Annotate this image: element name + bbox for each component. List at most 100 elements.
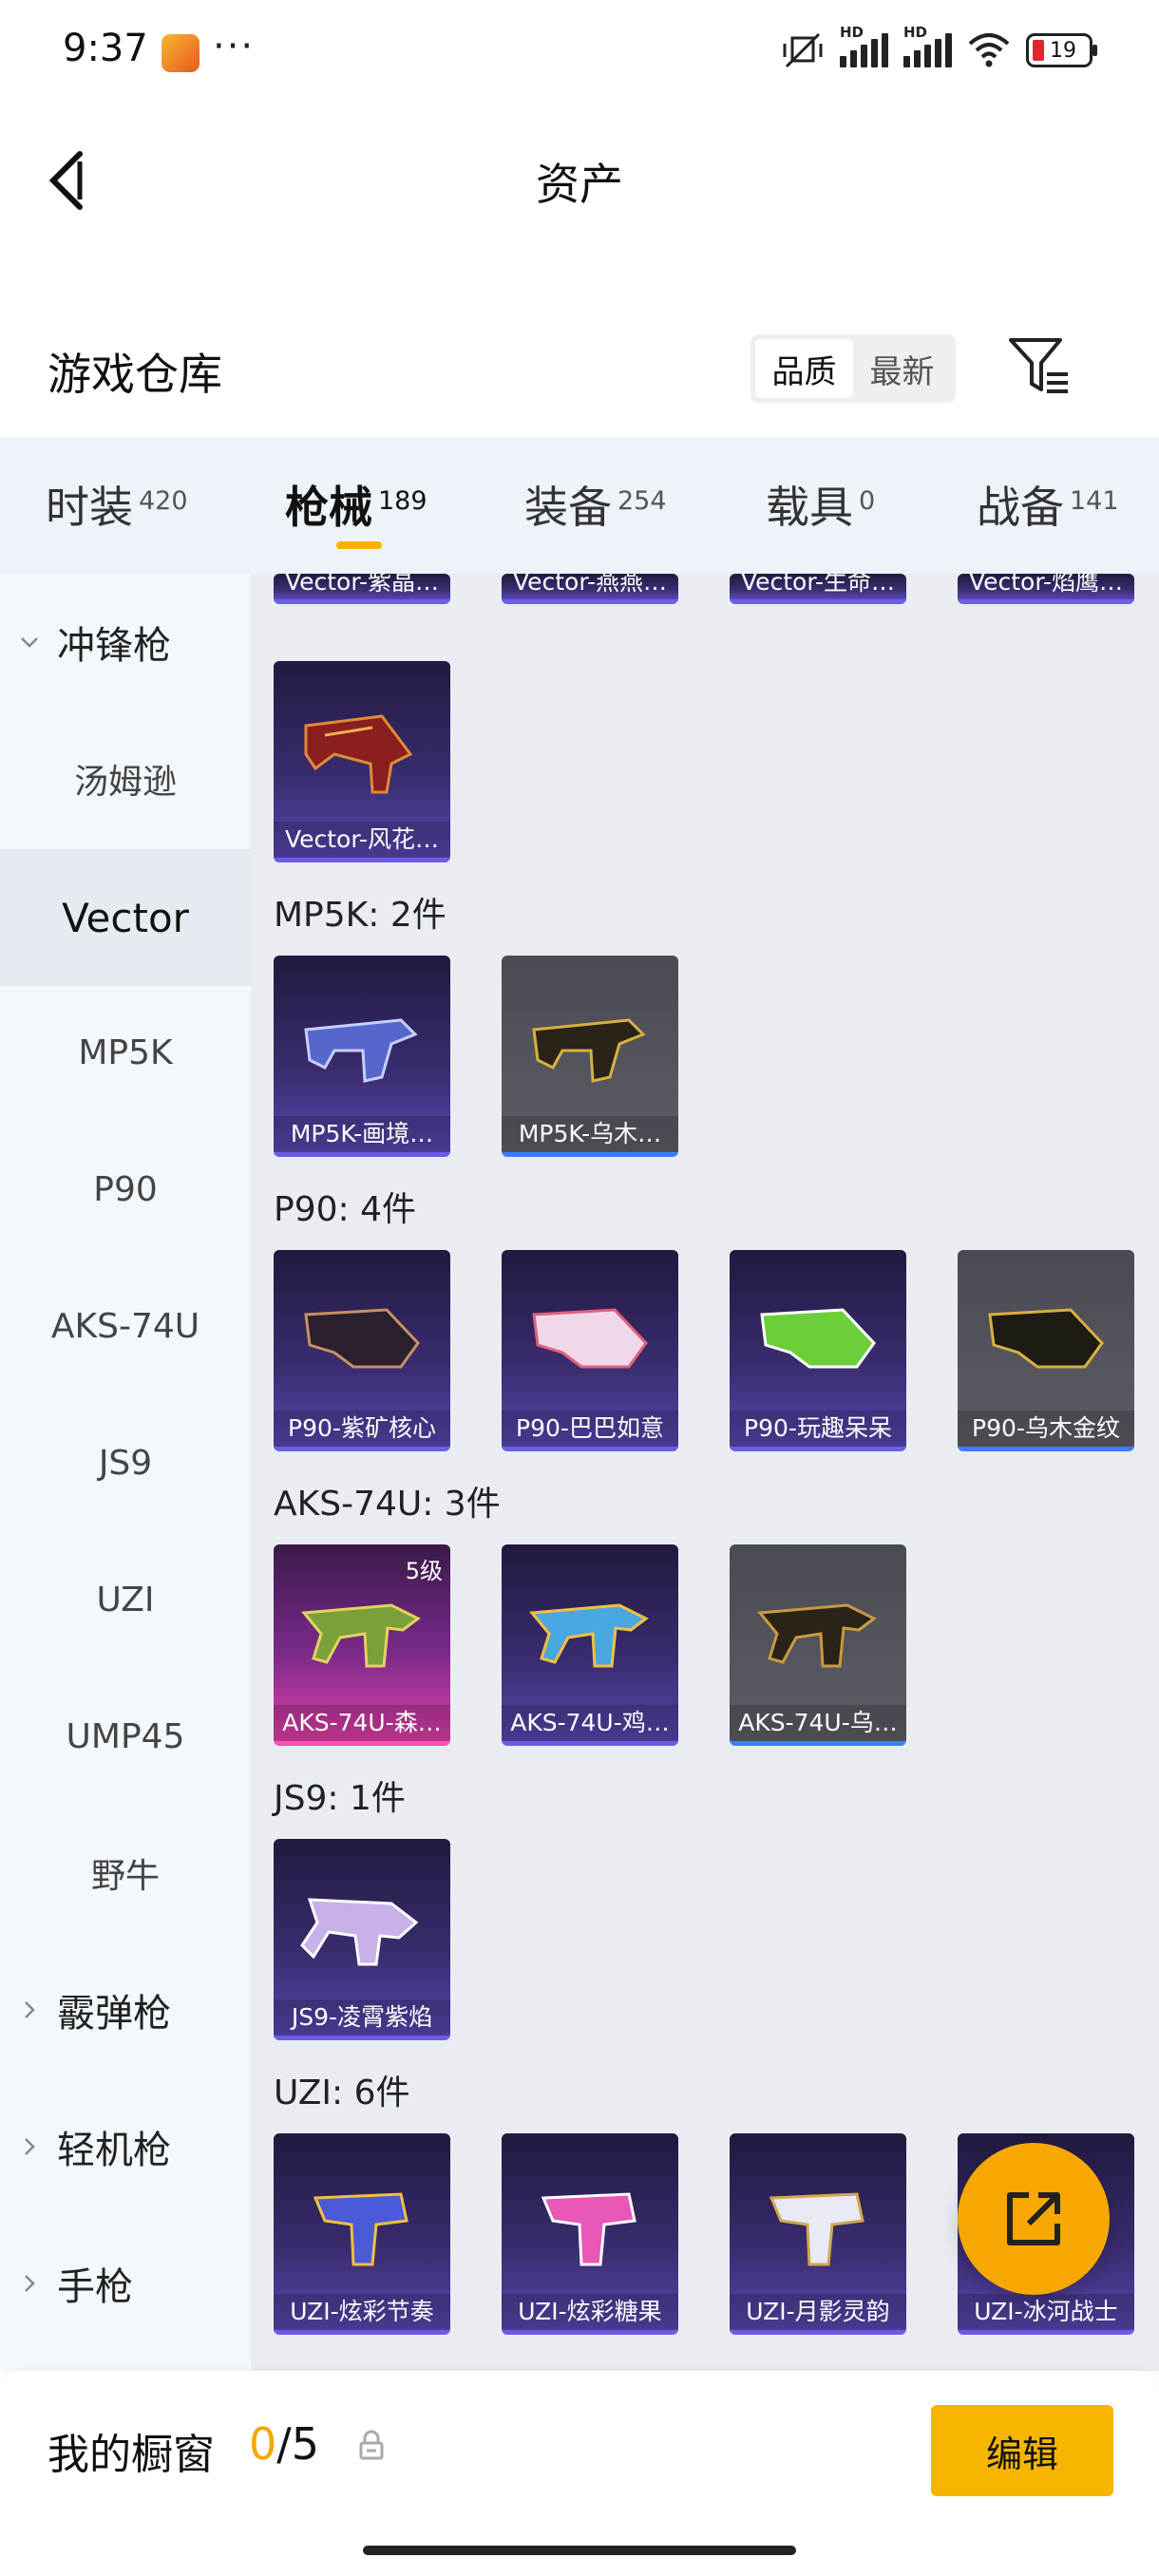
weapon-skin-image — [760, 1308, 876, 1369]
sidebar-item-label: JS9 — [98, 1443, 153, 1483]
tab-supplies[interactable]: 战备 141 — [977, 473, 1119, 536]
weapon-card[interactable]: JS9-凌霄紫焰 — [274, 1839, 450, 2040]
tab-vehicles[interactable]: 载具 0 — [766, 473, 875, 536]
sidebar-item-shotgun[interactable]: 霰弹枪 — [0, 1941, 251, 2078]
weapon-name: MP5K-乌木… — [502, 1116, 678, 1152]
sidebar-item-aks74u[interactable]: AKS-74U — [0, 1258, 251, 1394]
weapon-name: Vector-紫晶… — [284, 574, 440, 596]
weapon-card[interactable]: UZI-炫彩节奏 — [274, 2133, 450, 2335]
weapon-name: AKS-74U-森… — [274, 1705, 450, 1741]
share-export-icon — [1007, 2192, 1060, 2245]
weapon-card[interactable]: P90-巴巴如意 — [502, 1250, 678, 1451]
weapon-name: Vector-风花… — [274, 822, 450, 858]
weapon-card[interactable]: MP5K-画境… — [274, 956, 450, 1157]
weapon-name: MP5K-画境… — [274, 1116, 450, 1152]
group-title-p90: P90: 4件 — [274, 1190, 416, 1229]
level-badge: 5级 — [405, 1558, 443, 1584]
weapon-card[interactable]: MP5K-乌木… — [502, 956, 678, 1157]
weapon-skin-image — [313, 2192, 408, 2266]
weapon-skin-image — [532, 1018, 646, 1083]
group-title-mp5k: MP5K: 2件 — [274, 896, 446, 935]
mute-vibrate-icon — [783, 32, 823, 68]
weapon-card[interactable]: UZI-炫彩糖果 — [502, 2133, 678, 2335]
weapon-skin-image — [304, 714, 413, 794]
group-title-uzi: UZI: 6件 — [274, 2074, 410, 2112]
sidebar-item-smg[interactable]: 冲锋枪 — [0, 574, 251, 710]
showcase-bar: 我的橱窗 0/5 编辑 — [0, 2371, 1159, 2576]
sort-newest-button[interactable]: 最新 — [853, 339, 951, 398]
weapon-card[interactable]: UZI-月影灵韵 — [730, 2133, 906, 2335]
weapon-name: UZI-炫彩糖果 — [502, 2294, 678, 2330]
chevron-right-icon — [25, 2138, 35, 2155]
weapon-name: Vector-燕燕… — [512, 574, 668, 596]
lock-icon — [359, 2430, 384, 2460]
tab-fashion[interactable]: 时装 420 — [46, 473, 188, 536]
weapon-name: P90-玩趣呆呆 — [730, 1411, 906, 1447]
weapon-card[interactable]: Vector-焰鹰… — [958, 574, 1134, 604]
sidebar-item-vector[interactable]: Vector — [0, 849, 251, 986]
wifi-icon — [968, 33, 1010, 67]
sort-toggle: 品质 最新 — [750, 334, 956, 403]
weapon-skin-image — [529, 1603, 649, 1668]
edit-button[interactable]: 编辑 — [931, 2405, 1113, 2496]
weapon-name: UZI-月影灵韵 — [730, 2294, 906, 2330]
warehouse-title: 游戏仓库 — [48, 349, 222, 400]
sidebar-item-label: AKS-74U — [50, 1306, 200, 1346]
weapon-skin-image — [304, 1018, 418, 1083]
sort-quality-button[interactable]: 品质 — [755, 339, 853, 398]
showcase-count: 0/5 — [249, 2418, 320, 2470]
weapon-name: Vector-生命… — [740, 574, 896, 596]
tab-weapons[interactable]: 枪械 189 — [285, 473, 428, 536]
weapon-sidebar: 冲锋枪 汤姆逊 Vector MP5K P90 AKS-74U JS9 UZI … — [0, 574, 251, 2371]
group-title-aks74u: AKS-74U: 3件 — [274, 1485, 501, 1524]
weapon-name: Vector-焰鹰… — [968, 574, 1124, 596]
share-button[interactable] — [958, 2143, 1110, 2295]
status-time: 9:37 — [63, 27, 148, 70]
sidebar-item-label: P90 — [93, 1169, 158, 1209]
sidebar-item-label: UMP45 — [66, 1716, 185, 1756]
sidebar-item-lmg[interactable]: 轻机枪 — [0, 2078, 251, 2215]
more-notifications-icon: ··· — [213, 25, 256, 68]
weapon-skin-image — [301, 1603, 421, 1668]
weapon-card[interactable]: Vector-紫晶… — [274, 574, 450, 604]
weapon-card[interactable]: Vector-风花… — [274, 661, 450, 862]
weapon-card[interactable]: Vector-燕燕… — [502, 574, 678, 604]
weapon-name: UZI-冰河战士 — [958, 2294, 1134, 2330]
weapon-card[interactable]: AKS-74U-乌… — [730, 1544, 906, 1746]
weapon-card[interactable]: P90-乌木金纹 — [958, 1250, 1134, 1451]
weapon-card[interactable]: P90-玩趣呆呆 — [730, 1250, 906, 1451]
sidebar-item-label: 冲锋枪 — [57, 624, 171, 668]
weapon-skin-image — [769, 2192, 864, 2266]
sidebar-item-pistol[interactable]: 手枪 — [0, 2215, 251, 2352]
active-tab-indicator — [336, 541, 382, 549]
sidebar-item-label: UZI — [96, 1580, 155, 1619]
weapon-skin-image — [532, 1308, 648, 1369]
app-notification-icon — [162, 34, 200, 72]
weapon-card[interactable]: AKS-74U-鸡… — [502, 1544, 678, 1746]
sidebar-item-js9[interactable]: JS9 — [0, 1394, 251, 1531]
sidebar-item-label: 轻机枪 — [57, 2129, 171, 2172]
weapon-card[interactable]: 5级 AKS-74U-森… — [274, 1544, 450, 1746]
filter-icon[interactable] — [1005, 332, 1074, 401]
sidebar-item-ump45[interactable]: UMP45 — [0, 1668, 251, 1805]
sidebar-item-p90[interactable]: P90 — [0, 1121, 251, 1258]
weapon-skin-image — [541, 2192, 636, 2266]
sidebar-item-thompson[interactable]: 汤姆逊 — [0, 710, 251, 847]
home-indicator[interactable] — [363, 2546, 796, 2555]
sidebar-item-label: 霰弹枪 — [57, 1992, 171, 2036]
chevron-down-icon — [21, 637, 38, 648]
sidebar-item-mp5k[interactable]: MP5K — [0, 984, 251, 1121]
showcase-label: 我的橱窗 — [48, 2431, 215, 2479]
weapon-name: UZI-炫彩节奏 — [274, 2294, 450, 2330]
weapon-name: JS9-凌霄紫焰 — [274, 1999, 450, 2036]
sidebar-item-label: 手枪 — [57, 2265, 133, 2309]
sidebar-item-bizon[interactable]: 野牛 — [0, 1805, 251, 1941]
battery-icon: 19 — [1026, 33, 1097, 67]
weapon-skin-image — [757, 1603, 877, 1668]
sidebar-item-uzi[interactable]: UZI — [0, 1531, 251, 1668]
weapon-card[interactable]: Vector-生命… — [730, 574, 906, 604]
chevron-right-icon — [25, 2275, 35, 2292]
weapon-card[interactable]: P90-紫矿核心 — [274, 1250, 450, 1451]
weapon-name: P90-乌木金纹 — [958, 1411, 1134, 1447]
tab-equipment[interactable]: 装备 254 — [524, 473, 667, 536]
